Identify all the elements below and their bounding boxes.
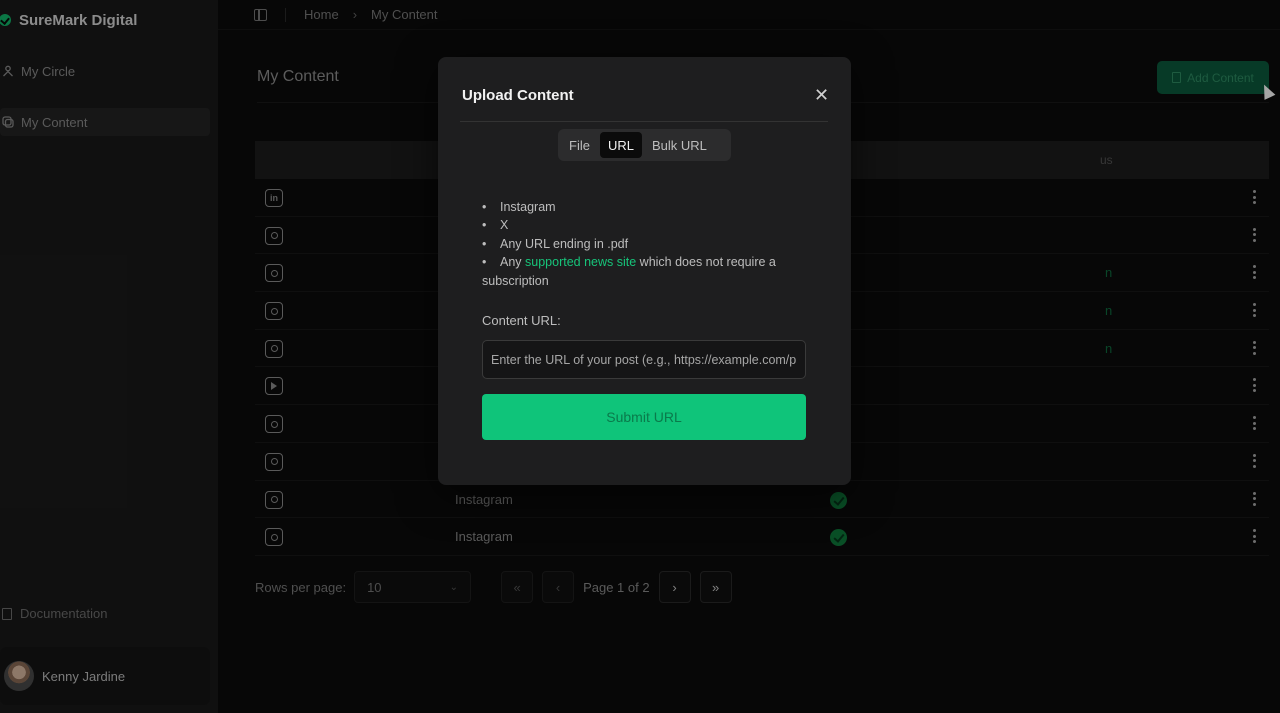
supported-sources-list: Instagram X Any URL ending in .pdf Any s… xyxy=(482,198,808,290)
list-item: Instagram xyxy=(482,198,808,217)
list-text: which does not require a xyxy=(636,255,776,270)
list-item: Any URL ending in .pdf xyxy=(482,235,808,254)
list-text: Any xyxy=(500,255,526,270)
close-icon[interactable]: ✕ xyxy=(814,86,829,104)
content-url-input[interactable] xyxy=(482,340,806,379)
upload-mode-tabs: File URL Bulk URL xyxy=(558,129,731,161)
list-item-continuation: subscription xyxy=(482,273,549,288)
submit-url-button[interactable]: Submit URL xyxy=(482,394,806,440)
content-url-label: Content URL: xyxy=(482,313,561,328)
supported-news-site-link[interactable]: supported news site xyxy=(525,255,636,269)
list-item: X xyxy=(482,216,808,235)
divider xyxy=(460,121,828,122)
tab-bulk-url[interactable]: Bulk URL xyxy=(644,132,715,158)
list-item: Any supported news site which does not r… xyxy=(482,253,808,272)
tab-url[interactable]: URL xyxy=(599,132,642,158)
dialog-title: Upload Content xyxy=(462,87,574,104)
app: SureMark Digital My Circle My Content Do… xyxy=(0,0,1280,713)
upload-content-dialog: Upload Content ✕ File URL Bulk URL Insta… xyxy=(438,57,851,485)
tab-file[interactable]: File xyxy=(561,132,598,158)
